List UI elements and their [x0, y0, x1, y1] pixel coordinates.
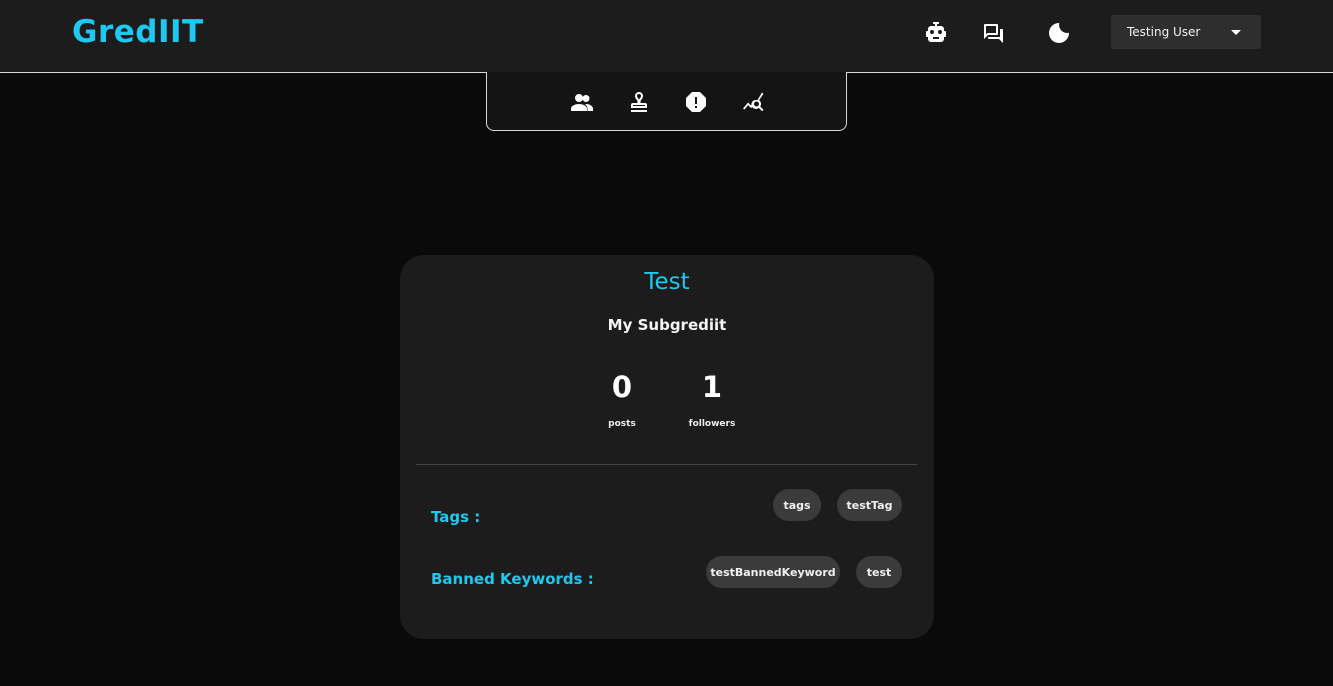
user-menu-select[interactable]: Testing User: [1111, 15, 1261, 49]
chat-icon[interactable]: [980, 20, 1006, 46]
tag-chip[interactable]: tags: [773, 489, 821, 521]
top-navbar: GredIIT Testing User: [0, 0, 1333, 73]
report-icon[interactable]: [683, 89, 709, 115]
moon-icon[interactable]: [1046, 20, 1072, 46]
stamp-icon[interactable]: [626, 89, 652, 115]
followers-count: 1: [701, 370, 723, 404]
subgreddiit-description: My Subgrediit: [607, 316, 727, 334]
subgreddiit-card: Test My Subgrediit 0 posts 1 followers T…: [400, 255, 934, 639]
posts-label: posts: [608, 419, 636, 429]
posts-stat: 0 posts: [582, 367, 662, 429]
banned-keyword-chip[interactable]: testBannedKeyword: [706, 556, 840, 588]
app-logo[interactable]: GredIIT: [72, 14, 204, 50]
user-name: Testing User: [1127, 25, 1201, 39]
subgreddiit-name: Test: [644, 269, 690, 295]
tag-chip[interactable]: testTag: [837, 489, 902, 521]
users-icon[interactable]: [569, 89, 595, 115]
banned-keyword-chip[interactable]: test: [856, 556, 902, 588]
tags-label: Tags :: [431, 508, 481, 526]
followers-label: followers: [688, 419, 736, 429]
posts-count: 0: [611, 370, 633, 404]
stats-search-icon[interactable]: [740, 89, 766, 115]
divider: [416, 464, 917, 465]
robot-icon[interactable]: [923, 20, 949, 46]
chevron-down-icon: [1231, 29, 1241, 35]
banned-keywords-label: Banned Keywords :: [431, 570, 594, 588]
followers-stat: 1 followers: [672, 367, 752, 429]
subgreddiit-tabbar: [486, 72, 847, 131]
